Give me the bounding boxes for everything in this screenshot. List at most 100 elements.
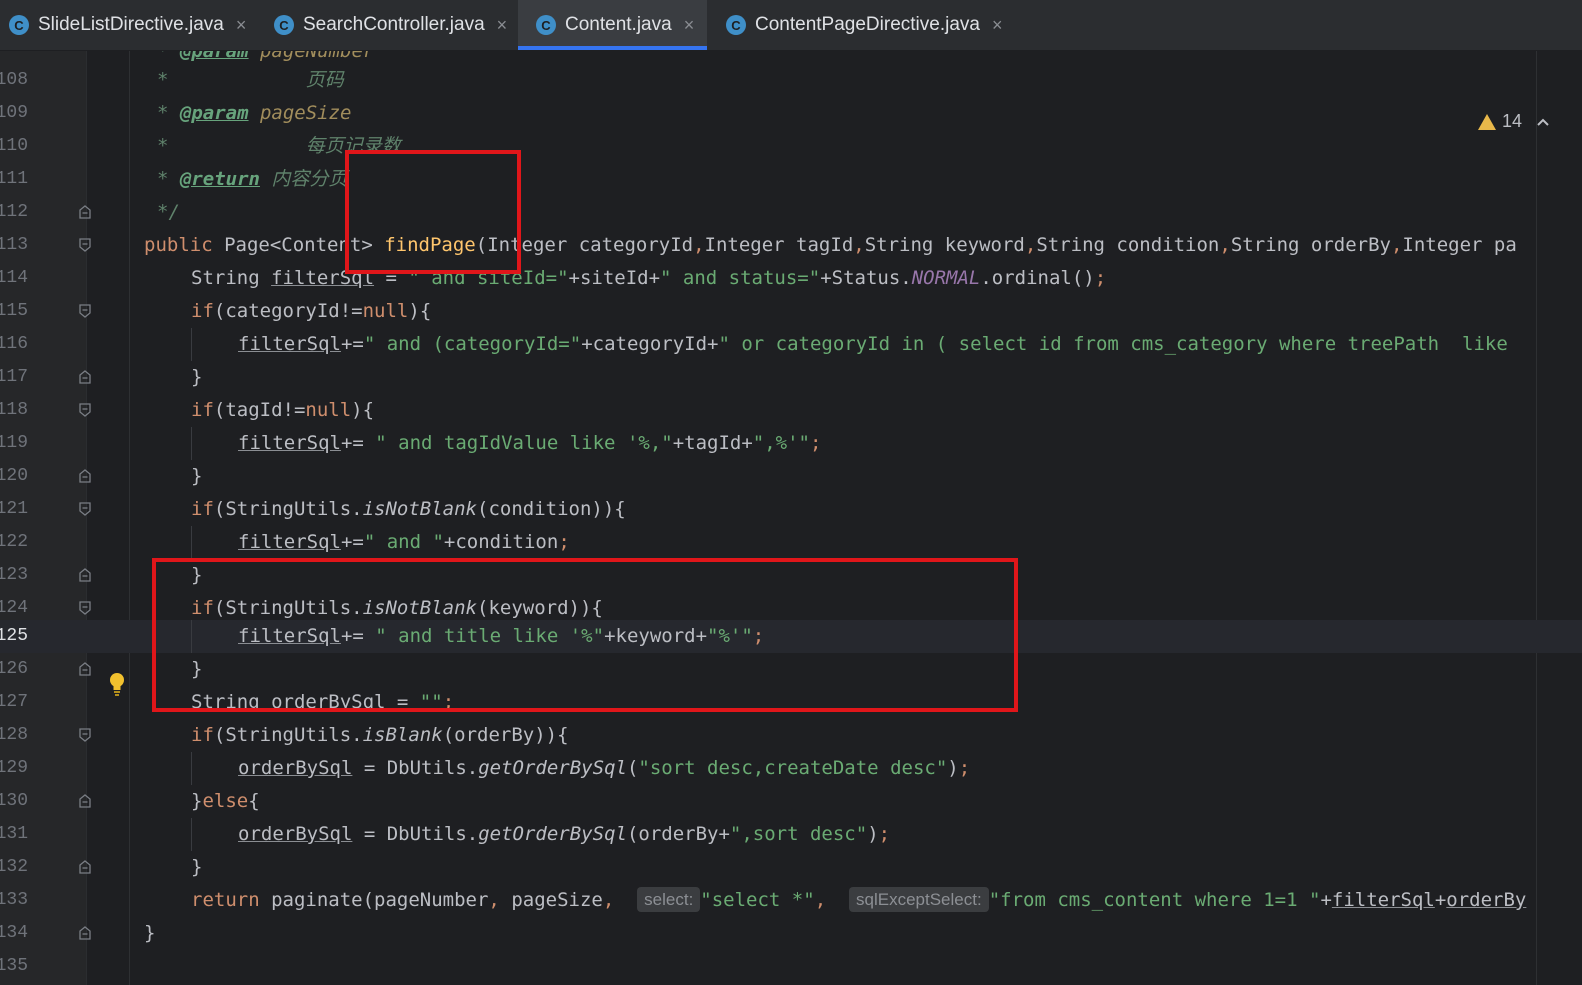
line-number: 109 (0, 103, 28, 123)
fold-end-icon[interactable] (79, 662, 91, 676)
line-number: 133 (0, 890, 28, 910)
code-line[interactable]: 110 * 每页记录数 (0, 130, 1582, 163)
line-number: 122 (0, 532, 28, 552)
code-text: String orderBySql = ""; (191, 691, 455, 713)
close-icon[interactable]: × (236, 15, 247, 36)
code-text: } (191, 658, 203, 680)
code-line[interactable]: 115 if(categoryId!=null){ (0, 295, 1582, 328)
code-line-current[interactable]: 125 filterSql+= " and title like '%"+key… (0, 620, 1582, 653)
inspection-widget[interactable]: 14 (1478, 111, 1550, 132)
code-text: if(tagId!=null){ (191, 399, 375, 421)
code-text: String filterSql = " and siteId="+siteId… (191, 267, 1107, 289)
code-text: } (191, 856, 203, 878)
code-line[interactable]: 132 } (0, 851, 1582, 884)
tab-label: SearchController.java (303, 14, 485, 35)
code-text: * 页码 (157, 69, 344, 91)
fold-start-icon[interactable] (79, 502, 91, 516)
code-line[interactable]: 116 filterSql+=" and (categoryId="+categ… (0, 328, 1582, 361)
line-number: 129 (0, 758, 28, 778)
fold-end-icon[interactable] (79, 370, 91, 384)
fold-start-icon[interactable] (79, 403, 91, 417)
line-number: 130 (0, 791, 28, 811)
line-number: 112 (0, 202, 28, 222)
code-line[interactable]: 120 } (0, 460, 1582, 493)
code-text: */ (157, 201, 180, 223)
code-text: public Page<Content> findPage(Integer ca… (144, 234, 1517, 256)
indent-guide (191, 752, 192, 785)
code-line[interactable]: 122 filterSql+=" and "+condition; (0, 526, 1582, 559)
fold-start-icon[interactable] (79, 238, 91, 252)
line-number: 135 (0, 956, 28, 976)
indent-guide (191, 620, 192, 653)
code-line[interactable]: 112 */ (0, 196, 1582, 229)
close-icon[interactable]: × (992, 15, 1003, 36)
code-line[interactable]: 133 return paginate(pageNumber, pageSize… (0, 884, 1582, 917)
code-line[interactable]: 117 } (0, 361, 1582, 394)
code-line[interactable]: 129 orderBySql = DbUtils.getOrderBySql("… (0, 752, 1582, 785)
code-text: filterSql+=" and (categoryId="+categoryI… (238, 333, 1508, 355)
code-line[interactable]: 109 * @param pageSize (0, 97, 1582, 130)
line-number: 116 (0, 334, 28, 354)
fold-end-icon[interactable] (79, 568, 91, 582)
indent-guide (191, 328, 192, 361)
tab-contentpagedirective[interactable]: C ContentPageDirective.java × (716, 0, 1016, 50)
fold-end-icon[interactable] (79, 469, 91, 483)
code-text: filterSql+= " and tagIdValue like '%,"+t… (238, 432, 822, 454)
code-line[interactable]: 134 } (0, 917, 1582, 950)
code-line[interactable]: 127 String orderBySql = ""; (0, 686, 1582, 719)
code-line[interactable]: 131 orderBySql = DbUtils.getOrderBySql(o… (0, 818, 1582, 851)
line-number: 128 (0, 725, 28, 745)
lightbulb-icon[interactable] (108, 671, 126, 697)
fold-start-icon[interactable] (79, 304, 91, 318)
code-text: * @return 内容分页 (157, 168, 348, 190)
indent-guide (191, 526, 192, 559)
indent-guide (191, 818, 192, 851)
code-text: } (191, 465, 203, 487)
line-number: 111 (0, 169, 28, 189)
code-text: filterSql+= " and title like '%"+keyword… (238, 625, 765, 647)
code-line[interactable]: 114 String filterSql = " and siteId="+si… (0, 262, 1582, 295)
code-line[interactable]: 130 }else{ (0, 785, 1582, 818)
code-line[interactable]: 108 * 页码 (0, 64, 1582, 97)
line-number: 117 (0, 367, 28, 387)
code-text: orderBySql = DbUtils.getOrderBySql("sort… (238, 757, 971, 779)
code-line[interactable]: 128 if(StringUtils.isBlank(orderBy)){ (0, 719, 1582, 752)
fold-end-icon[interactable] (79, 926, 91, 940)
code-line[interactable]: 123 } (0, 559, 1582, 592)
line-number: 114 (0, 268, 28, 288)
code-line[interactable]: 113 public Page<Content> findPage(Intege… (0, 229, 1582, 262)
code-text: * @param pageSize (157, 102, 352, 124)
close-icon[interactable]: × (684, 15, 695, 36)
line-number: 113 (0, 235, 28, 255)
code-line[interactable]: 119 filterSql+= " and tagIdValue like '%… (0, 427, 1582, 460)
code-editor[interactable]: * @param pageNumber 108 * 页码 109 * @para… (0, 51, 1582, 985)
parameter-hint-select: select: (637, 887, 701, 912)
code-text: }else{ (191, 790, 260, 812)
line-number: 123 (0, 565, 28, 585)
line-number: 132 (0, 857, 28, 877)
code-line[interactable]: 126 } (0, 653, 1582, 686)
line-number: 108 (0, 70, 28, 90)
line-number: 115 (0, 301, 28, 321)
code-line[interactable]: 118 if(tagId!=null){ (0, 394, 1582, 427)
warning-triangle-icon (1478, 113, 1496, 130)
tab-searchcontroller[interactable]: C SearchController.java × (266, 0, 516, 50)
line-number: 131 (0, 824, 28, 844)
code-text: if(StringUtils.isBlank(orderBy)){ (191, 724, 569, 746)
tab-slidelistdirective[interactable]: C SlideListDirective.java × (0, 0, 256, 50)
close-icon[interactable]: × (497, 15, 508, 36)
chevron-up-icon[interactable] (1536, 117, 1550, 127)
fold-start-icon[interactable] (79, 601, 91, 615)
code-text: if(StringUtils.isNotBlank(condition)){ (191, 498, 626, 520)
fold-start-icon[interactable] (79, 728, 91, 742)
code-line[interactable]: 135 (0, 950, 1582, 983)
fold-end-icon[interactable] (79, 860, 91, 874)
tab-content[interactable]: C Content.java × (518, 0, 707, 50)
line-number: 118 (0, 400, 28, 420)
fold-end-icon[interactable] (79, 794, 91, 808)
code-line[interactable]: 111 * @return 内容分页 (0, 163, 1582, 196)
fold-end-icon[interactable] (79, 205, 91, 219)
indent-guide (191, 427, 192, 460)
code-line[interactable]: 121 if(StringUtils.isNotBlank(condition)… (0, 493, 1582, 526)
tab-label: Content.java (565, 14, 672, 35)
